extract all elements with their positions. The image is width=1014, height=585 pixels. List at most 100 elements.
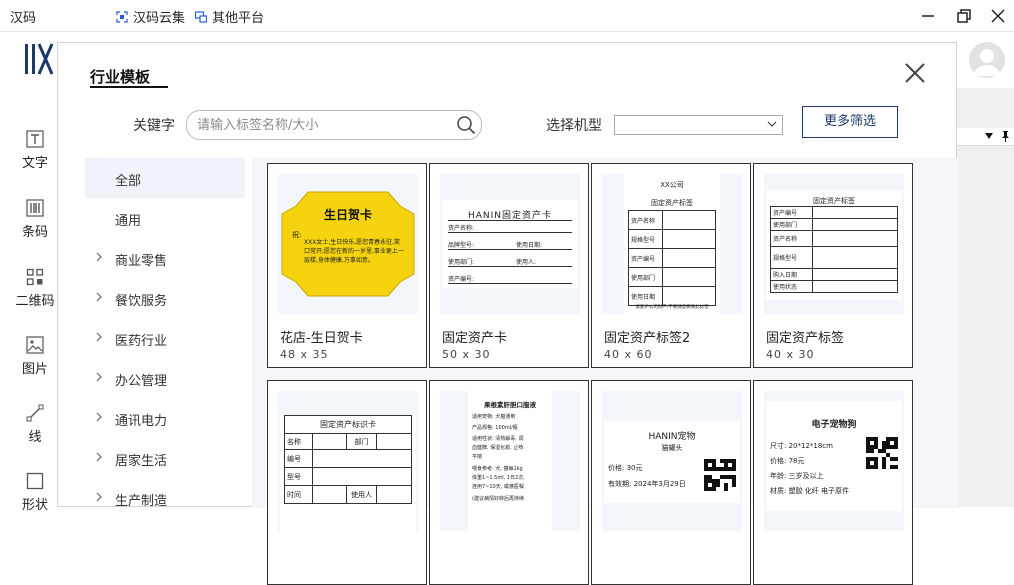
chevron-down-icon: [767, 121, 777, 127]
feed-title: 果根素肝胆口服液: [484, 401, 536, 409]
asset-label-title: 固定资产标签: [813, 197, 855, 205]
feed-line: 血健脾, 保湿化痰, 止咳: [472, 445, 524, 451]
asset-id-table: 固定资产标识卡 名称 部门 编号 型号 时间 使用人: [284, 415, 412, 504]
category-home-life[interactable]: 居家生活: [85, 438, 245, 478]
user-icon: [973, 49, 1001, 76]
tool-line-label: 线: [28, 430, 42, 445]
toy-size: 尺寸: 20*12*18cm: [770, 442, 833, 450]
template-thumbnail: 固定资产标签 资产编号 使用部门 资产名称 规格型号 购入日期 使用状态: [764, 174, 904, 314]
user-avatar[interactable]: [969, 42, 1005, 78]
category-label: 餐饮服务: [115, 294, 168, 309]
category-telecom-power[interactable]: 通讯电力: [85, 398, 245, 438]
toy-material: 材质: 塑胶 化纤 电子原件: [770, 487, 850, 495]
hanma-cloud-link[interactable]: 汉码云集: [116, 7, 185, 26]
chevron-right-icon: [96, 452, 102, 462]
template-grid: 生日贺卡 祝: XXX女士,生日快乐,愿您青春永驻,笑口常开;愿您在新的一岁里,…: [252, 158, 958, 585]
row-label: 规格型号: [628, 229, 663, 249]
category-manufacturing[interactable]: 生产制造: [85, 478, 245, 518]
row-label: 时间: [284, 485, 313, 504]
pin-icon[interactable]: [1001, 131, 1010, 142]
minimize-icon[interactable]: [918, 6, 938, 26]
feed-line: 喂食参考: 犬, 猫每1kg: [472, 466, 523, 472]
template-size: 40 x 30: [766, 348, 815, 361]
category-catering[interactable]: 餐饮服务: [85, 278, 245, 318]
keyword-label: 关键字: [133, 118, 175, 134]
qrcode-preview: [704, 459, 736, 491]
template-card[interactable]: HANIN固定资产卡 资产名称: 品牌型号: 使用日期: 使用部门: 使用人: …: [429, 163, 589, 368]
template-card[interactable]: 果根素肝胆口服液 适用宠物: 犬猫通用 产品规格: 100ml/瓶 适用性状: …: [429, 380, 589, 585]
row-label: 型号: [284, 467, 313, 486]
category-label: 通用: [115, 214, 142, 229]
template-card[interactable]: XX公司 固定资产标签 资产名称 规格型号 资产编号 使用部门 使用日期 请爱护…: [591, 163, 751, 368]
category-medical[interactable]: 医药行业: [85, 318, 245, 358]
category-label: 全部: [115, 174, 142, 189]
right-panel: [957, 88, 1014, 507]
other-platform-link[interactable]: 其他平台: [195, 7, 264, 26]
category-retail[interactable]: 商业零售: [85, 238, 245, 278]
category-office[interactable]: 办公管理: [85, 358, 245, 398]
category-label: 商业零售: [115, 254, 168, 269]
label-preview: HANIN宠物 猫罐头 价格: 30元 有效期: 2024年3月29日: [604, 421, 740, 503]
asset-id-title: 固定资产标识卡: [284, 415, 412, 434]
feed-line: 平喘: [472, 454, 483, 460]
scan-icon: [116, 11, 128, 23]
model-select[interactable]: [614, 115, 783, 135]
close-window-icon[interactable]: [988, 6, 1008, 26]
field-label: 使用人:: [516, 259, 537, 266]
template-card[interactable]: 固定资产标识卡 名称 部门 编号 型号 时间 使用人: [267, 380, 427, 585]
can-subtitle: 猫罐头: [661, 444, 683, 452]
row-label: 名称: [284, 433, 313, 450]
row-label: 购入日期: [770, 268, 813, 281]
can-price: 价格: 30元: [608, 464, 643, 472]
asset-label2-table: 资产名称 规格型号 资产编号 使用部门 使用日期: [628, 210, 716, 306]
keyword-search-input[interactable]: [186, 110, 482, 140]
row-label: 编号: [284, 449, 313, 468]
caret-down-icon[interactable]: [985, 133, 993, 139]
app-logo: [25, 43, 54, 75]
shape-icon: [26, 472, 44, 490]
asset-label2-company: XX公司: [660, 181, 684, 189]
label-preview: 果根素肝胆口服液 适用宠物: 犬猫通用 产品规格: 100ml/瓶 适用性状: …: [468, 391, 552, 531]
template-thumbnail: HANIN固定资产卡 资产名称: 品牌型号: 使用日期: 使用部门: 使用人: …: [440, 174, 580, 314]
category-general[interactable]: 通用: [85, 198, 245, 238]
more-filter-button[interactable]: 更多筛选: [802, 106, 898, 138]
toy-title: 电子宠物狗: [811, 420, 857, 430]
birthday-title: 生日贺卡: [323, 208, 372, 222]
tool-image-label: 图片: [21, 362, 48, 377]
right-panel-row: [957, 128, 1014, 146]
row-label: 部门: [346, 433, 377, 450]
template-name: 固定资产标签2: [604, 331, 691, 346]
template-thumbnail: 生日贺卡 祝: XXX女士,生日快乐,愿您青春永驻,笑口常开;愿您在新的一岁里,…: [278, 174, 418, 314]
text-icon: [26, 130, 44, 148]
template-card[interactable]: HANIN宠物 猫罐头 价格: 30元 有效期: 2024年3月29日: [591, 380, 751, 585]
category-all[interactable]: 全部: [85, 158, 245, 198]
birthday-greeting: 祝:: [292, 231, 302, 239]
search-icon[interactable]: [456, 115, 476, 135]
row-label: 规格型号: [770, 246, 813, 269]
field-label: 使用部门:: [448, 259, 475, 266]
close-icon[interactable]: [903, 61, 927, 85]
platform-icon: [195, 11, 207, 23]
row-label: 使用状态: [770, 280, 813, 293]
field-label: 资产名称:: [448, 225, 475, 232]
label-preview: XX公司 固定资产标签 资产名称 规格型号 资产编号 使用部门 使用日期 请爱护…: [624, 174, 720, 314]
asset-label2-title: 固定资产标签: [651, 199, 693, 207]
template-card[interactable]: 固定资产标签 资产编号 使用部门 资产名称 规格型号 购入日期 使用状态 固定资…: [753, 163, 913, 368]
field-label: 品牌型号:: [448, 242, 475, 249]
dialog-title: 行业模板: [90, 68, 151, 86]
other-platform-label: 其他平台: [212, 11, 265, 26]
toy-price: 价格: 78元: [770, 457, 805, 465]
tool-shape-label: 形状: [21, 498, 48, 513]
barcode-icon: [26, 199, 44, 217]
template-card[interactable]: 电子宠物狗 尺寸: 20*12*18cm 价格: 78元 年龄: 三岁及以上 材…: [753, 380, 913, 585]
row-label: 资产名称: [628, 210, 663, 230]
qrcode-icon: [26, 268, 44, 286]
asset-label-table: 资产编号 使用部门 资产名称 规格型号 购入日期 使用状态: [770, 206, 898, 293]
template-thumbnail: 果根素肝胆口服液 适用宠物: 犬猫通用 产品规格: 100ml/瓶 适用性状: …: [440, 391, 580, 531]
row-label: 使用人: [346, 485, 377, 504]
field-label: 使用日期:: [516, 242, 543, 249]
restore-icon[interactable]: [954, 6, 974, 26]
title-bar: 汉码 汉码云集 其他平台: [0, 0, 1014, 32]
line-icon: [26, 404, 44, 422]
template-card[interactable]: 生日贺卡 祝: XXX女士,生日快乐,愿您青春永驻,笑口常开;愿您在新的一岁里,…: [267, 163, 427, 368]
